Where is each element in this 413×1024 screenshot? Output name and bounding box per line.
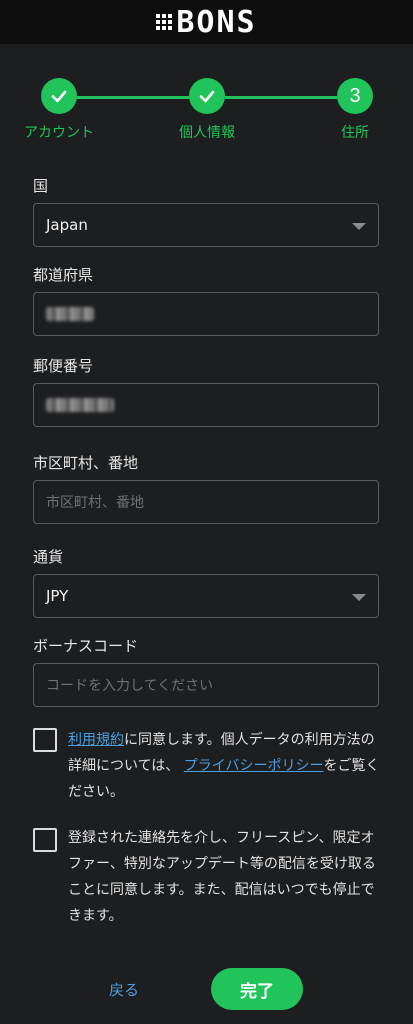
marketing-checkbox[interactable] xyxy=(33,828,57,852)
postal-code-label: 郵便番号 xyxy=(33,357,94,375)
step-2-label: 個人情報 xyxy=(179,125,235,141)
country-label: 国 xyxy=(33,177,49,195)
brand-logo[interactable]: BONS xyxy=(156,5,256,40)
currency-value: JPY xyxy=(46,587,69,605)
terms-checkbox[interactable] xyxy=(33,728,57,752)
terms-link[interactable]: 利用規約 xyxy=(68,732,124,748)
logo-text: BONS xyxy=(176,4,257,40)
address-label: 市区町村、番地 xyxy=(33,454,139,472)
prefecture-input[interactable] xyxy=(33,292,379,336)
step-3-number: 3 xyxy=(349,84,361,107)
step-connector-1 xyxy=(77,96,189,99)
step-3-label: 住所 xyxy=(341,125,369,141)
registration-stepper: 3 アカウント 個人情報 住所 xyxy=(0,78,413,148)
currency-label: 通貨 xyxy=(33,548,64,566)
back-button[interactable]: 戻る xyxy=(109,979,139,1000)
caret-down-icon xyxy=(352,594,366,601)
postal-code-input[interactable] xyxy=(33,383,379,427)
step-connector-2 xyxy=(225,96,337,99)
marketing-consent-text: 登録された連絡先を介し、フリースピン、限定オファー、特別なアップデート等の配信を… xyxy=(68,830,376,924)
redacted-value xyxy=(46,398,114,412)
step-1-label: アカウント xyxy=(24,125,94,141)
step-1-complete xyxy=(41,78,77,114)
privacy-policy-link[interactable]: プライバシーポリシー xyxy=(184,758,324,774)
top-bar: BONS xyxy=(0,0,413,44)
prefecture-label: 都道府県 xyxy=(33,266,94,284)
check-icon xyxy=(51,90,67,103)
address-placeholder: 市区町村、番地 xyxy=(46,495,144,511)
step-3-current: 3 xyxy=(337,78,373,114)
redacted-value xyxy=(46,307,94,321)
currency-select[interactable]: JPY xyxy=(33,574,379,618)
address-input[interactable]: 市区町村、番地 xyxy=(33,480,379,524)
bonus-code-input[interactable]: コードを入力してください xyxy=(33,663,379,707)
bonus-code-placeholder: コードを入力してください xyxy=(46,678,214,694)
country-value: Japan xyxy=(46,216,88,234)
caret-down-icon xyxy=(352,223,366,230)
bonus-code-label: ボーナスコード xyxy=(33,637,139,655)
step-2-complete xyxy=(189,78,225,114)
terms-consent-text: 利用規約に同意します。個人データの利用方法の詳細については、 プライバシーポリシ… xyxy=(68,727,380,805)
country-select[interactable]: Japan xyxy=(33,203,379,247)
finish-button[interactable]: 完了 xyxy=(211,968,303,1010)
check-icon xyxy=(199,90,215,103)
logo-pixel-icon xyxy=(156,14,173,30)
